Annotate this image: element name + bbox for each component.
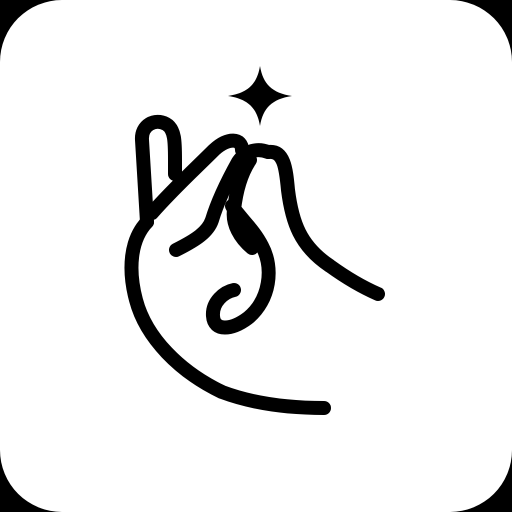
- back-finger-outline: [261, 144, 385, 301]
- curled-finger-outline: [206, 199, 276, 335]
- palm-outline: [124, 215, 331, 415]
- finger-snap-icon: [124, 66, 385, 415]
- sparkle-icon: [228, 66, 292, 126]
- app-icon-tile[interactable]: [0, 0, 512, 512]
